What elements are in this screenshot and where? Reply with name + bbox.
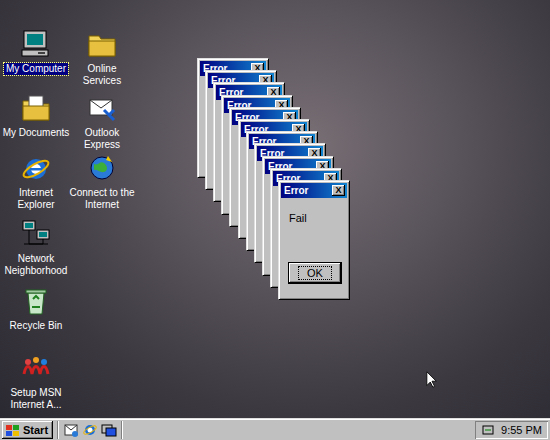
desktop-icon[interactable]: My Computer	[0, 28, 72, 75]
dialog-title: Error	[284, 185, 308, 196]
icon-label: Recycle Bin	[8, 320, 65, 332]
system-tray: 9:55 PM	[475, 421, 548, 439]
icon-label: My Computer	[4, 63, 68, 75]
outlook-express-icon	[86, 92, 118, 124]
icon-label: Network Neighborhood	[0, 253, 72, 277]
recycle-bin-icon	[20, 285, 52, 317]
desktop-icon[interactable]: My Documents	[0, 92, 72, 139]
windows-logo-icon	[5, 423, 20, 438]
quick-launch	[63, 422, 117, 438]
folder-icon	[86, 28, 118, 60]
desktop: My Computer My Documents Internet Explorer…	[0, 0, 550, 418]
clock: 9:55 PM	[501, 424, 542, 436]
separator	[121, 421, 123, 439]
title-bar[interactable]: Error X	[281, 183, 347, 198]
dialog-body: Fail OK	[281, 198, 347, 297]
desktop-icon[interactable]: Online Services	[66, 28, 138, 87]
mouse-cursor-icon	[426, 370, 438, 389]
msn-icon	[20, 352, 52, 384]
taskbar: Start 9:55 PM	[0, 418, 550, 440]
close-button[interactable]: X	[332, 185, 345, 196]
ie-launch-icon[interactable]	[82, 422, 98, 438]
start-button[interactable]: Start	[2, 421, 53, 439]
icon-label: Online Services	[66, 63, 138, 87]
ok-button[interactable]: OK	[289, 263, 341, 283]
icon-label: Outlook Express	[66, 127, 138, 151]
outlook-launch-icon[interactable]	[63, 422, 79, 438]
error-dialog[interactable]: Error X Fail OK	[278, 180, 350, 300]
desktop-icon[interactable]: Network Neighborhood	[0, 218, 72, 277]
separator	[57, 421, 59, 439]
desktop-icon[interactable]: Connect to the Internet	[66, 152, 138, 211]
show-desktop-icon[interactable]	[101, 422, 117, 438]
internet-explorer-icon	[20, 152, 52, 184]
start-label: Start	[23, 424, 48, 436]
desktop-icon[interactable]: Internet Explorer	[0, 152, 72, 211]
network-icon	[20, 218, 52, 250]
network-tray-icon	[481, 422, 495, 438]
icon-label: Internet Explorer	[0, 187, 72, 211]
icon-label: Connect to the Internet	[66, 187, 138, 211]
desktop-icon[interactable]: Recycle Bin	[0, 285, 72, 332]
connect-internet-icon	[86, 152, 118, 184]
computer-icon	[20, 28, 52, 60]
documents-folder-icon	[20, 92, 52, 124]
dialog-message: Fail	[289, 212, 341, 224]
ok-label: OK	[299, 267, 331, 279]
desktop-icon[interactable]: Outlook Express	[66, 92, 138, 151]
icon-label: My Documents	[1, 127, 72, 139]
desktop-icon[interactable]: Setup MSN Internet A...	[0, 352, 72, 411]
icon-label: Setup MSN Internet A...	[0, 387, 72, 411]
